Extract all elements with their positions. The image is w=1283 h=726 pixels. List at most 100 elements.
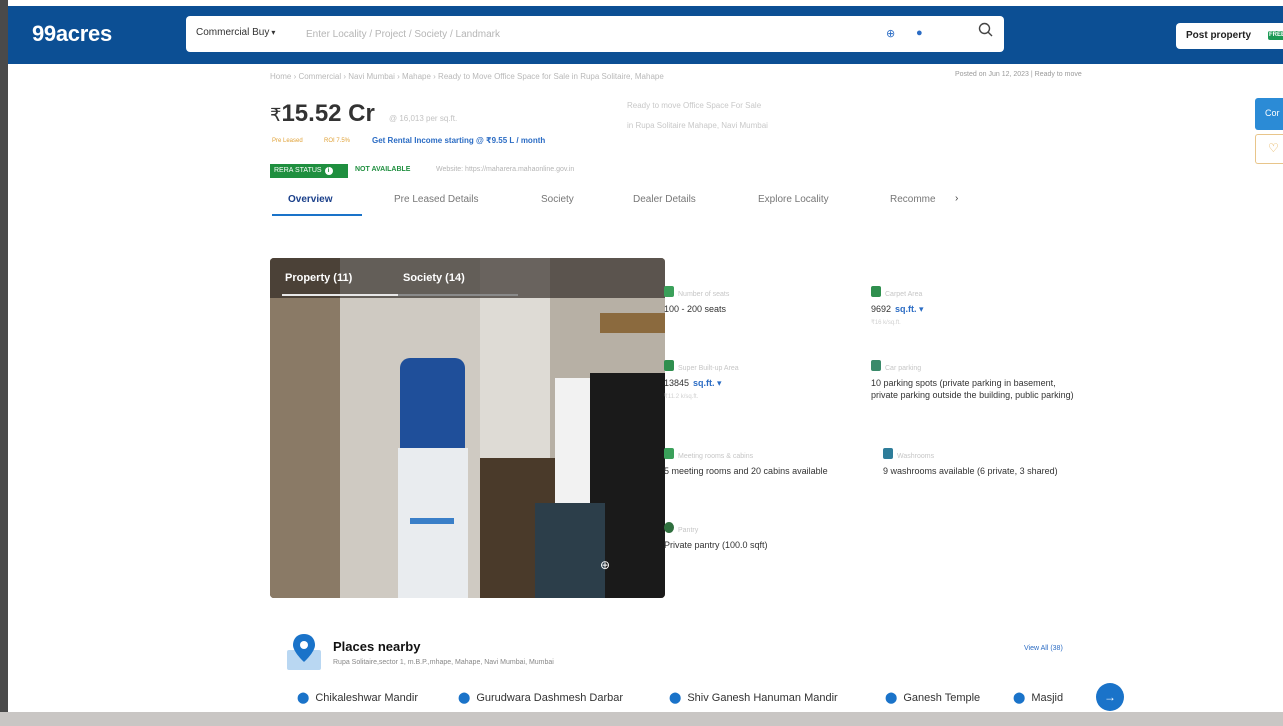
meeting-icon xyxy=(664,448,674,459)
location-pin-icon: ⬤ xyxy=(885,692,898,704)
area-icon xyxy=(871,286,881,297)
tab-recommendations[interactable]: Recomme xyxy=(890,194,936,205)
place-chip[interactable]: ⬤ Ganesh Temple xyxy=(885,691,980,704)
property-headline-line-1: Ready to move Office Space For Sale xyxy=(627,101,762,110)
zoom-icon[interactable]: ⊕ xyxy=(600,558,610,572)
places-address: Rupa Solitaire,sector 1, m.B.P.,mhape, M… xyxy=(333,659,554,666)
feature-label: Super Built-up Area xyxy=(678,365,739,372)
tab-explore-locality[interactable]: Explore Locality xyxy=(758,194,829,205)
map-pin-icon xyxy=(287,634,321,670)
chair-icon xyxy=(664,286,674,297)
view-all-link[interactable]: View All (38) xyxy=(1024,645,1063,652)
unit-label: sq.ft. xyxy=(693,378,715,388)
feature-label: Washrooms xyxy=(897,453,935,460)
feature-seats: Number of seats 100 - 200 seats xyxy=(664,286,864,315)
place-chip[interactable]: ⬤ Gurudwara Dashmesh Darbar xyxy=(458,691,623,704)
place-name: Shiv Ganesh Hanuman Mandir xyxy=(687,692,838,704)
arrow-right-icon[interactable]: → xyxy=(1096,683,1124,711)
location-pin-icon: ⬤ xyxy=(297,692,310,704)
unit-label: sq.ft. xyxy=(895,304,917,314)
feature-value: 10 parking spots (private parking in bas… xyxy=(871,378,1074,400)
car-icon xyxy=(871,360,881,371)
carpet-area-value: 9692 xyxy=(871,304,892,314)
pantry-icon xyxy=(664,522,674,533)
tab-pre-leased-details[interactable]: Pre Leased Details xyxy=(394,194,479,205)
place-chip[interactable]: ⬤ Masjid xyxy=(1013,691,1063,704)
feature-carpet-area: Carpet Area 9692 sq.ft. ▾ ₹16 k/sq.ft. xyxy=(871,286,1071,329)
active-tab-indicator xyxy=(272,214,362,216)
location-target-icon[interactable]: ⊕ xyxy=(886,27,895,40)
rera-status-label: RERA STATUS xyxy=(274,167,322,174)
feature-label: Pantry xyxy=(678,527,699,534)
page: 99acres Commercial Buy▾ ⊕ ● Post propert… xyxy=(0,0,1283,726)
chevron-down-icon: ▾ xyxy=(271,28,276,37)
photo-tab-divider xyxy=(398,294,518,296)
chevron-right-icon[interactable]: › xyxy=(955,193,958,204)
tab-overview[interactable]: Overview xyxy=(288,194,332,205)
search-input[interactable] xyxy=(306,24,866,44)
tab-society-photos[interactable]: Society (14) xyxy=(403,272,465,284)
feature-value: Private pantry (100.0 sqft) xyxy=(664,540,768,550)
feature-car-parking: Car parking 10 parking spots (private pa… xyxy=(871,360,1081,401)
microphone-icon[interactable]: ● xyxy=(916,27,923,39)
tab-dealer-details[interactable]: Dealer Details xyxy=(633,194,696,205)
feature-super-built-up-area: Super Built-up Area 13845 sq.ft. ▾ ₹11.2 … xyxy=(664,360,864,403)
post-property-label: Post property xyxy=(1186,30,1252,41)
unit-dropdown[interactable]: sq.ft. ▾ xyxy=(693,378,722,388)
roi-tag: ROI 7.5% xyxy=(324,138,351,144)
feature-pantry: Pantry Private pantry (100.0 sqft) xyxy=(664,522,864,551)
search-icon[interactable] xyxy=(978,22,994,41)
place-chip[interactable]: ⬤ Shiv Ganesh Hanuman Mandir xyxy=(669,691,838,704)
location-pin-icon: ⬤ xyxy=(458,692,471,704)
location-pin-icon: ⬤ xyxy=(669,692,682,704)
rera-website-link[interactable]: Website: https://maharera.mahaonline.gov… xyxy=(436,166,574,173)
rental-income-link[interactable]: Get Rental Income starting @ ₹9.55 L / m… xyxy=(372,136,545,145)
feature-sub-value: ₹16 k/sq.ft. xyxy=(871,320,901,326)
super-area-value: 13845 xyxy=(664,378,690,388)
office-photo-image xyxy=(270,258,665,598)
price-value: 15.52 Cr xyxy=(281,100,375,127)
location-pin-icon: ⬤ xyxy=(1013,692,1026,704)
place-name: Ganesh Temple xyxy=(903,692,981,704)
rera-status-value: NOT AVAILABLE xyxy=(355,166,411,173)
property-photo-gallery[interactable]: Property (11) Society (14) ⊕ xyxy=(270,258,665,598)
screen-edge-left xyxy=(0,0,8,726)
places-nearby-title: Places nearby xyxy=(333,639,421,654)
active-photo-tab-indicator xyxy=(282,294,398,296)
shortlist-heart-icon[interactable]: ♡ xyxy=(1255,134,1283,164)
feature-value: 9 washrooms available (6 private, 3 shar… xyxy=(883,466,1058,476)
feature-meeting-rooms: Meeting rooms & cabins 5 meeting rooms a… xyxy=(664,448,874,477)
feature-sub-value: ₹11.2 k/sq.ft. xyxy=(664,394,699,400)
feature-value: 5 meeting rooms and 20 cabins available xyxy=(664,466,828,476)
feature-value: 100 - 200 seats xyxy=(664,304,727,314)
feature-label: Meeting rooms & cabins xyxy=(678,453,754,460)
price-per-sqft: @ 16,013 per sq.ft. xyxy=(389,114,458,123)
search-category-dropdown[interactable]: Commercial Buy ▾ xyxy=(196,27,275,38)
feature-washrooms: Washrooms 9 washrooms available (6 priva… xyxy=(883,448,1083,477)
rera-status-badge[interactable]: RERA STATUS i xyxy=(270,164,348,178)
tab-society[interactable]: Society xyxy=(541,194,574,205)
feature-label: Carpet Area xyxy=(885,291,923,298)
top-navigation-bar: 99acres Commercial Buy▾ ⊕ ● Post propert… xyxy=(8,6,1283,64)
feature-label: Car parking xyxy=(885,365,922,372)
contact-dealer-button[interactable]: Cor xyxy=(1255,98,1283,130)
washroom-icon xyxy=(883,448,893,459)
property-headline-line-2: in Rupa Solitaire Mahape, Navi Mumbai xyxy=(627,121,768,130)
screen-edge-bottom xyxy=(0,712,1283,726)
post-property-button[interactable]: Post property FREE xyxy=(1176,23,1283,49)
info-icon: i xyxy=(324,167,333,175)
tab-property-photos[interactable]: Property (11) xyxy=(285,272,352,284)
search-category-label: Commercial Buy xyxy=(196,27,270,38)
breadcrumb[interactable]: Home › Commercial › Navi Mumbai › Mahape… xyxy=(270,72,664,81)
area-icon xyxy=(664,360,674,371)
feature-value: 9692 sq.ft. ▾ xyxy=(871,303,1071,315)
place-name: Masjid xyxy=(1031,692,1064,704)
search-bar: Commercial Buy▾ ⊕ ● xyxy=(186,16,1004,52)
posted-date: Posted on Jun 12, 2023 | Ready to move xyxy=(955,71,1082,78)
place-chip[interactable]: ⬤ Chikaleshwar Mandir xyxy=(297,691,418,704)
unit-dropdown[interactable]: sq.ft. ▾ xyxy=(895,304,924,314)
place-name: Chikaleshwar Mandir xyxy=(315,692,419,704)
feature-value: 13845 sq.ft. ▾ xyxy=(664,377,864,389)
free-badge: FREE xyxy=(1268,31,1283,40)
site-logo[interactable]: 99acres xyxy=(32,21,112,47)
